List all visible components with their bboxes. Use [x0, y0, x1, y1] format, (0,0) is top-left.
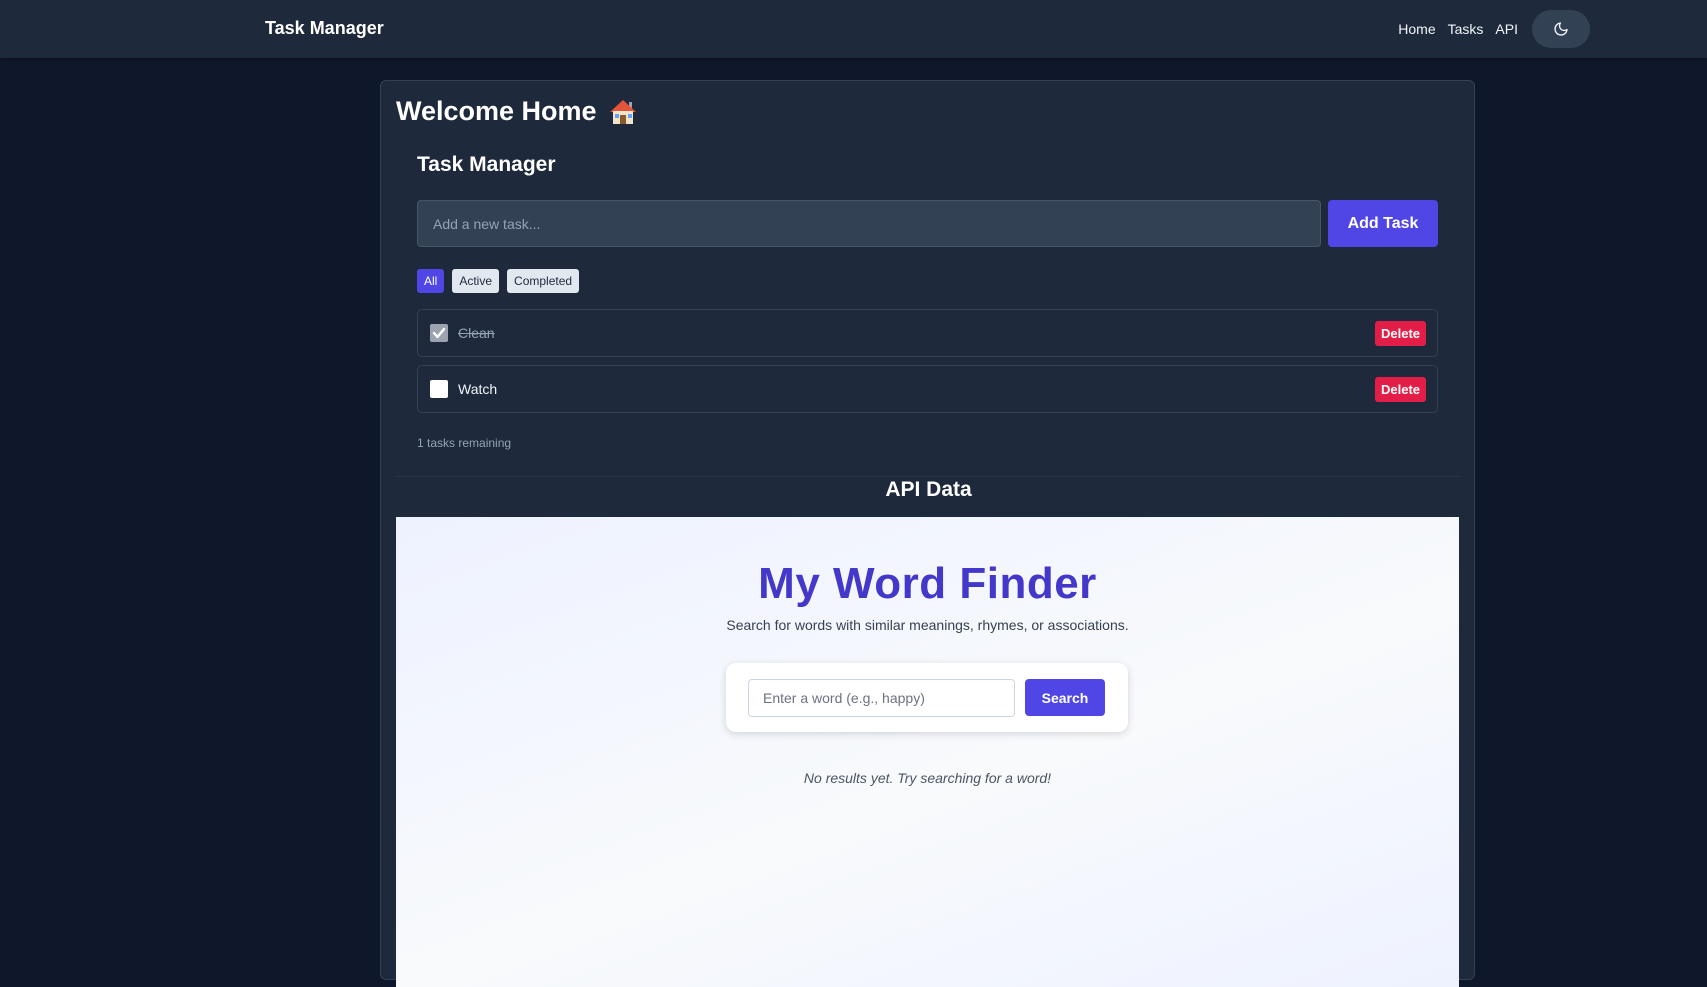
moon-icon [1554, 22, 1568, 36]
word-finder-panel: My Word Finder Search for words with sim… [396, 517, 1459, 987]
new-task-input[interactable] [417, 200, 1321, 247]
task-item: Clean Delete [417, 309, 1438, 357]
checkmark-icon [432, 327, 446, 339]
filter-active-button[interactable]: Active [452, 269, 500, 293]
word-search-box: Search [726, 663, 1128, 732]
brand-title[interactable]: Task Manager [265, 18, 384, 39]
filter-all-button[interactable]: All [417, 269, 445, 293]
task-item: Watch Delete [417, 365, 1438, 413]
house-icon [609, 98, 637, 126]
api-data-heading: API Data [885, 478, 972, 501]
add-task-button[interactable]: Add Task [1328, 200, 1438, 247]
theme-toggle-button[interactable] [1532, 10, 1590, 48]
no-results-message: No results yet. Try searching for a word… [803, 770, 1052, 786]
word-search-input[interactable] [748, 679, 1015, 717]
word-finder-subtitle: Search for words with similar meanings, … [726, 617, 1129, 633]
nav-link-tasks[interactable]: Tasks [1448, 21, 1484, 37]
main-card: Welcome Home Task Manager Add Task All A… [380, 80, 1475, 987]
task-checkbox[interactable] [430, 380, 448, 398]
tasks-remaining-count: 1 tasks remaining [417, 436, 512, 450]
nav-link-api[interactable]: API [1495, 21, 1518, 37]
top-navbar: Task Manager Home Tasks API [0, 0, 1707, 58]
task-checkbox[interactable] [430, 324, 448, 342]
word-finder-title: My Word Finder [758, 559, 1097, 608]
nav-link-home[interactable]: Home [1398, 21, 1435, 37]
welcome-text: Welcome Home [396, 96, 597, 126]
task-text: Watch [458, 381, 498, 397]
welcome-heading: Welcome Home [396, 96, 637, 127]
delete-task-button[interactable]: Delete [1375, 377, 1426, 402]
task-filters: All Active Completed [417, 269, 587, 293]
task-manager-title: Task Manager [417, 153, 556, 176]
task-text: Clean [458, 325, 495, 341]
delete-task-button[interactable]: Delete [1375, 321, 1426, 346]
filter-completed-button[interactable]: Completed [507, 269, 580, 293]
word-search-button[interactable]: Search [1025, 679, 1105, 716]
section-divider [396, 476, 1461, 477]
nav-links: Home Tasks API [1398, 10, 1590, 48]
